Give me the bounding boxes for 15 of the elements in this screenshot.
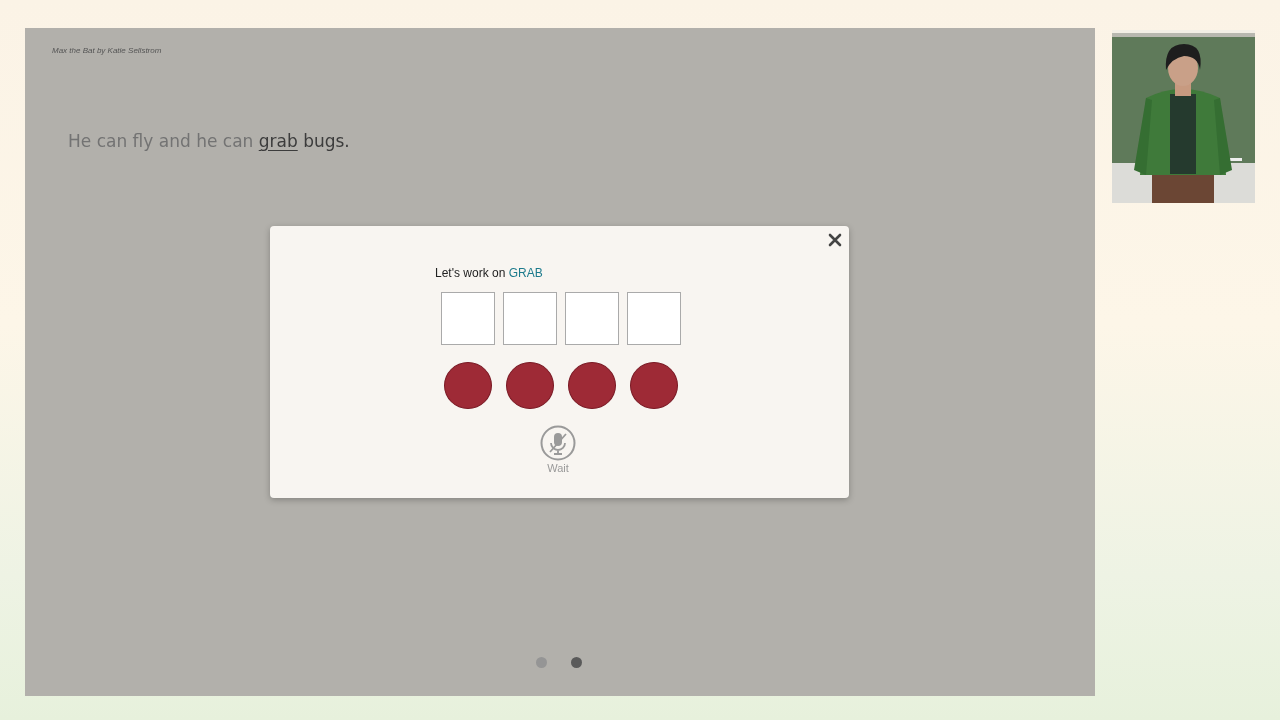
close-icon[interactable]: [828, 233, 842, 247]
letter-box[interactable]: [565, 292, 619, 345]
letter-box[interactable]: [503, 292, 557, 345]
sound-dot[interactable]: [506, 362, 554, 409]
story-sentence: He can fly and he can grab bugs.: [68, 130, 350, 153]
letter-box[interactable]: [627, 292, 681, 345]
page-dot[interactable]: [571, 657, 582, 668]
letter-box[interactable]: [441, 292, 495, 345]
sound-dot[interactable]: [568, 362, 616, 409]
muted-mic-icon: [540, 425, 576, 461]
book-credit: Max the Bat by Katie Sellstrom: [52, 45, 162, 57]
page-dot[interactable]: [536, 657, 547, 668]
sound-dot[interactable]: [630, 362, 678, 409]
prompt-text: Let's work on GRAB: [435, 265, 543, 282]
sound-dot[interactable]: [444, 362, 492, 409]
